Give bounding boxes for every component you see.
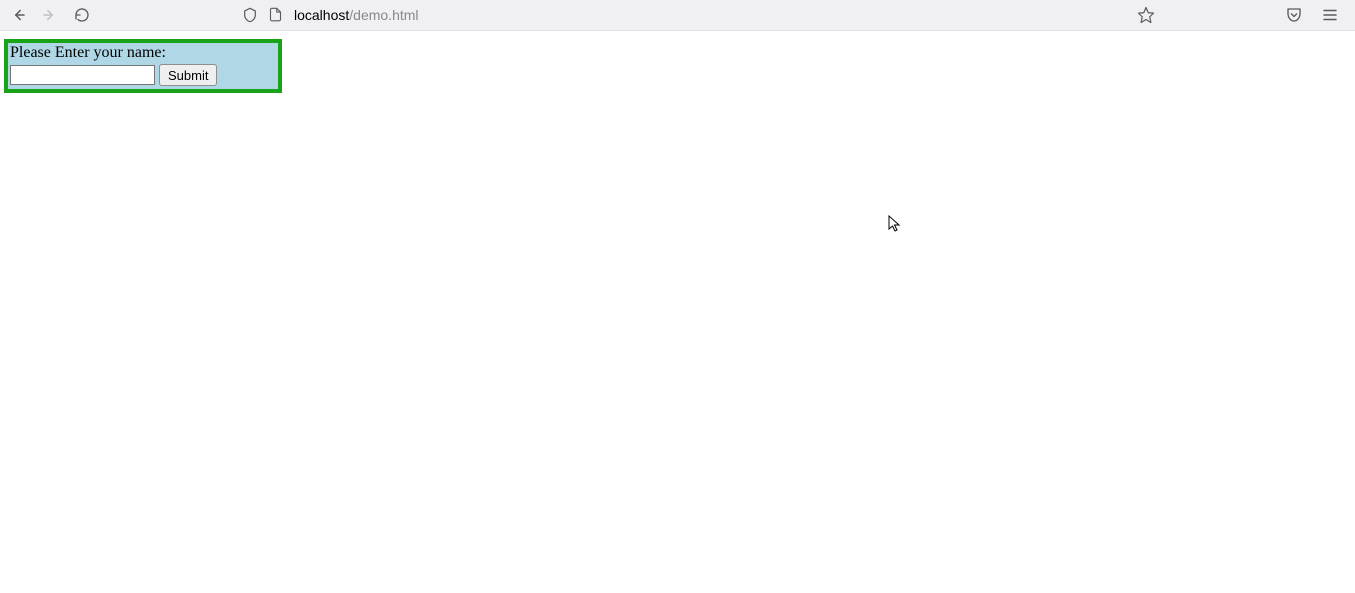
address-icons <box>242 7 284 23</box>
cursor-icon <box>888 215 902 233</box>
url-host: localhost <box>294 7 349 23</box>
submit-button[interactable]: Submit <box>159 64 217 86</box>
nav-buttons <box>8 5 92 25</box>
back-button[interactable] <box>8 5 28 25</box>
name-input[interactable] <box>10 65 155 85</box>
pocket-icon[interactable] <box>1285 6 1303 24</box>
bookmark-star-icon[interactable] <box>1137 6 1155 24</box>
menu-icon[interactable] <box>1321 6 1339 24</box>
toolbar-right <box>1285 6 1339 24</box>
browser-toolbar: localhost/demo.html <box>0 0 1355 31</box>
page-icon[interactable] <box>268 7 284 23</box>
reload-button[interactable] <box>72 5 92 25</box>
form-row: Submit <box>10 64 276 86</box>
name-form: Please Enter your name: Submit <box>4 39 282 93</box>
url-path: /demo.html <box>349 7 418 23</box>
url-text: localhost/demo.html <box>294 7 419 23</box>
shield-icon[interactable] <box>242 7 258 23</box>
page-content: Please Enter your name: Submit <box>0 31 1355 93</box>
forward-button[interactable] <box>40 5 60 25</box>
address-bar[interactable]: localhost/demo.html <box>232 2 1165 28</box>
name-form-label: Please Enter your name: <box>10 44 276 62</box>
